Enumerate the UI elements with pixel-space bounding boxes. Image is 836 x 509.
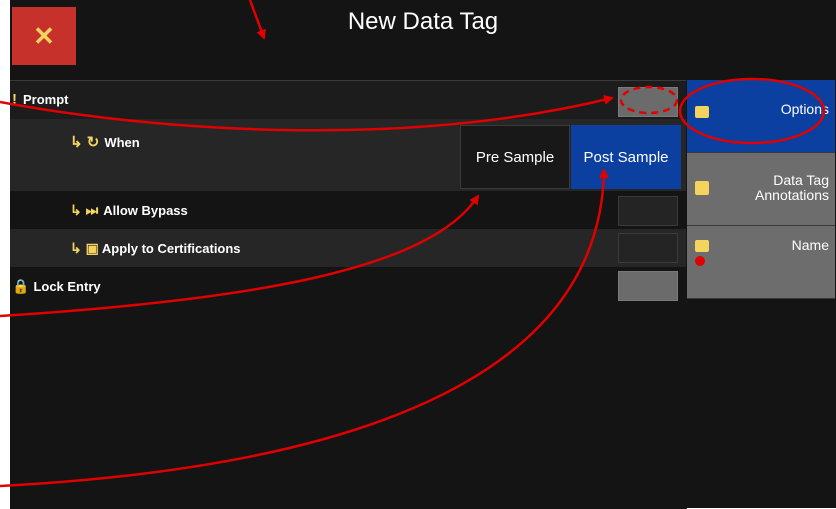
lock-entry-toggle[interactable]: [618, 271, 678, 301]
certificate-icon: ↳ ▣: [70, 240, 99, 256]
lock-entry-label: Lock Entry: [33, 279, 101, 294]
annotation-icon: [695, 181, 709, 195]
lock-entry-row: 🔒 Lock Entry: [10, 267, 686, 305]
when-label: When: [104, 134, 140, 150]
sidebar-item-options[interactable]: Options: [687, 80, 835, 153]
prompt-toggle[interactable]: [618, 87, 678, 117]
allow-bypass-label: Allow Bypass: [103, 203, 188, 218]
lock-icon: 🔒: [12, 278, 30, 294]
repeat-icon: ↳ ↻: [70, 134, 100, 151]
allow-bypass-toggle[interactable]: [618, 196, 678, 226]
post-sample-button[interactable]: Post Sample: [571, 125, 681, 189]
options-panel: ! Prompt ↳ ↻ When Pre Sample Post Sample…: [10, 80, 687, 509]
prompt-label: Prompt: [23, 92, 69, 107]
prompt-row: ! Prompt: [10, 81, 686, 119]
note-icon: [695, 106, 709, 118]
sidebar-item-label: Name: [791, 237, 829, 253]
exclamation-icon: !: [12, 91, 17, 108]
app-screen: ✕ New Data Tag ! Prompt ↳ ↻ When Pre Sam…: [10, 0, 836, 509]
sidebar-item-label: Options: [780, 101, 829, 117]
alert-dot-icon: [695, 256, 705, 266]
allow-bypass-row: ↳ ⏭ Allow Bypass: [10, 191, 686, 229]
tag-icon: [695, 240, 709, 252]
sidebar-item-label: Data Tag Annotations: [755, 172, 829, 203]
apply-certifications-row: ↳ ▣ Apply to Certifications: [10, 229, 686, 267]
pre-sample-button[interactable]: Pre Sample: [460, 125, 570, 189]
skip-forward-icon: ↳ ⏭: [70, 202, 99, 218]
apply-certifications-toggle[interactable]: [618, 233, 678, 263]
top-bar: ✕ New Data Tag: [10, 0, 836, 80]
page-title: New Data Tag: [347, 8, 499, 35]
sidebar-item-annotations[interactable]: Data Tag Annotations: [687, 153, 835, 226]
apply-certifications-label: Apply to Certifications: [101, 241, 241, 256]
sidebar: Options Data Tag Annotations Name: [686, 80, 836, 508]
sidebar-item-name[interactable]: Name: [687, 226, 835, 299]
